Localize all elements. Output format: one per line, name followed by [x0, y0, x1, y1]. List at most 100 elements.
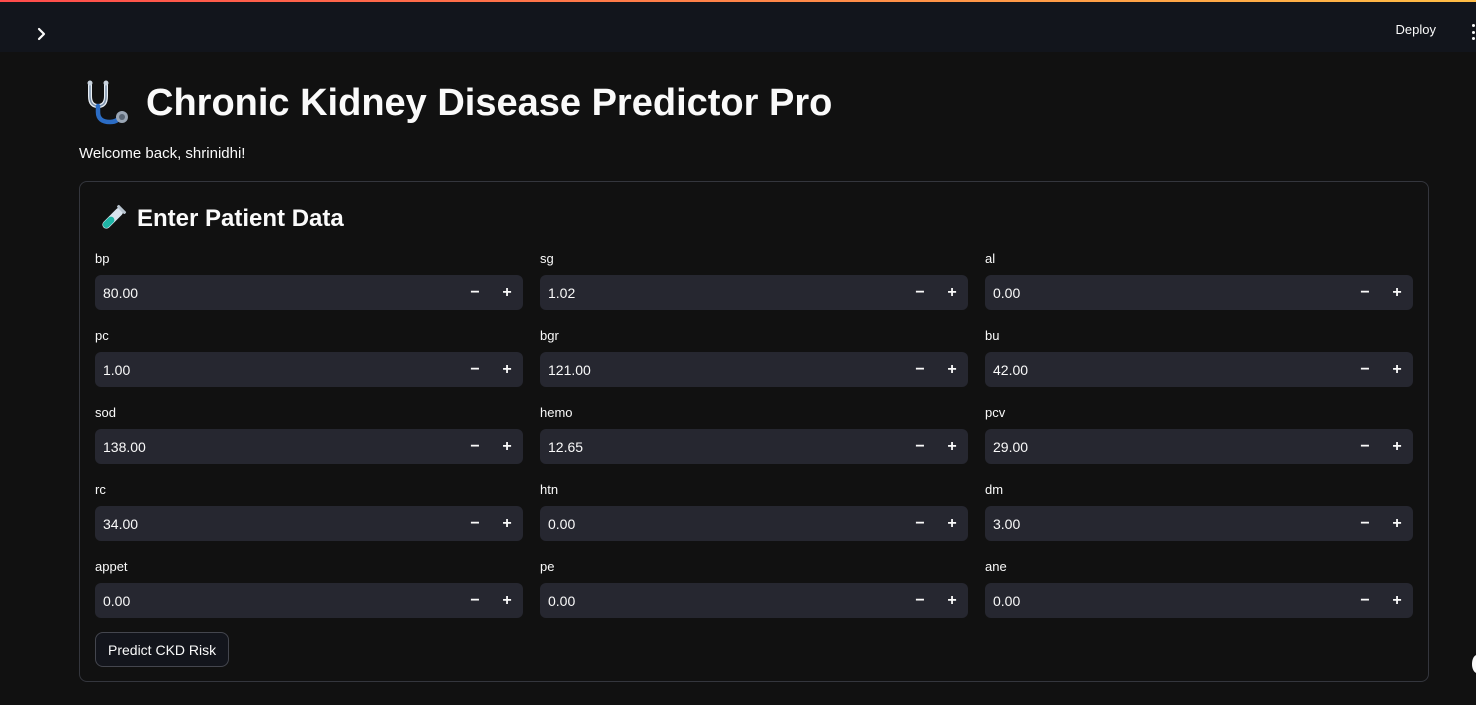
number-input-value[interactable]: 34.00	[95, 516, 459, 532]
field-label: bu	[985, 328, 1000, 343]
number-input-value[interactable]: 1.00	[95, 362, 459, 378]
decrement-button[interactable]: −	[1349, 506, 1381, 541]
increment-button[interactable]: +	[1381, 352, 1413, 387]
number-input-value[interactable]: 80.00	[95, 285, 459, 301]
status-widget[interactable]	[1472, 655, 1476, 673]
form-title: Enter Patient Data	[137, 205, 344, 232]
field-label: appet	[95, 559, 128, 574]
field-rc: rc 34.00 − +	[95, 481, 523, 541]
field-dm: dm 3.00 − +	[985, 481, 1413, 541]
increment-button[interactable]: +	[936, 352, 968, 387]
field-label: pcv	[985, 405, 1006, 420]
field-appet: appet 0.00 − +	[95, 558, 523, 618]
decrement-button[interactable]: −	[459, 429, 491, 464]
field-label: al	[985, 251, 996, 266]
form-header: Enter Patient Data	[97, 204, 344, 234]
decrement-button[interactable]: −	[459, 583, 491, 618]
number-input[interactable]: 121.00 − +	[540, 352, 968, 387]
decrement-button[interactable]: −	[459, 352, 491, 387]
number-input[interactable]: 1.00 − +	[95, 352, 523, 387]
field-bu: bu 42.00 − +	[985, 327, 1413, 387]
number-input-value[interactable]: 0.00	[985, 285, 1349, 301]
predict-ckd-risk-button[interactable]: Predict CKD Risk	[95, 632, 230, 667]
deploy-button[interactable]: Deploy	[1396, 22, 1436, 37]
increment-button[interactable]: +	[1381, 429, 1413, 464]
increment-button[interactable]: +	[491, 275, 523, 310]
number-input[interactable]: 138.00 − +	[95, 429, 523, 464]
decrement-button[interactable]: −	[904, 275, 936, 310]
number-input[interactable]: 0.00 − +	[985, 583, 1413, 618]
main-menu-button[interactable]	[1470, 24, 1476, 40]
field-pe: pe 0.00 − +	[540, 558, 968, 618]
decrement-button[interactable]: −	[1349, 275, 1381, 310]
increment-button[interactable]: +	[1381, 583, 1413, 618]
field-label: pc	[95, 328, 109, 343]
number-input[interactable]: 34.00 − +	[95, 506, 523, 541]
page-title: Chronic Kidney Disease Predictor Pro	[146, 81, 833, 124]
field-label: rc	[95, 482, 106, 497]
field-bp: bp 80.00 − +	[95, 250, 523, 310]
field-sg: sg 1.02 − +	[540, 250, 968, 310]
title-row: Chronic Kidney Disease Predictor Pro	[82, 78, 832, 128]
chevron-right-icon	[37, 27, 46, 41]
number-input-value[interactable]: 0.00	[540, 516, 904, 532]
number-input-value[interactable]: 29.00	[985, 439, 1349, 455]
welcome-message: Welcome back, shrinidhi!	[79, 145, 246, 162]
field-ane: ane 0.00 − +	[985, 558, 1413, 618]
decrement-button[interactable]: −	[904, 352, 936, 387]
field-htn: htn 0.00 − +	[540, 481, 968, 541]
increment-button[interactable]: +	[936, 275, 968, 310]
number-input[interactable]: 29.00 − +	[985, 429, 1413, 464]
patient-data-form: Enter Patient Data bp 80.00 − + sg 1.02 …	[79, 181, 1429, 682]
increment-button[interactable]: +	[491, 506, 523, 541]
increment-button[interactable]: +	[1381, 506, 1413, 541]
decrement-button[interactable]: −	[904, 506, 936, 541]
number-input-value[interactable]: 1.02	[540, 285, 904, 301]
app-page: Deploy Chronic Kidney Disease Predictor …	[0, 0, 1476, 705]
field-label: dm	[985, 482, 1004, 497]
number-input-value[interactable]: 121.00	[540, 362, 904, 378]
increment-button[interactable]: +	[936, 506, 968, 541]
number-input[interactable]: 3.00 − +	[985, 506, 1413, 541]
number-input-value[interactable]: 42.00	[985, 362, 1349, 378]
field-label: hemo	[540, 405, 573, 420]
number-input[interactable]: 1.02 − +	[540, 275, 968, 310]
field-pcv: pcv 29.00 − +	[985, 404, 1413, 464]
stethoscope-icon	[87, 80, 128, 125]
decrement-button[interactable]: −	[459, 275, 491, 310]
number-input[interactable]: 0.00 − +	[540, 583, 968, 618]
decrement-button[interactable]: −	[1349, 583, 1381, 618]
number-input-value[interactable]: 0.00	[540, 593, 904, 609]
increment-button[interactable]: +	[491, 429, 523, 464]
number-input-value[interactable]: 138.00	[95, 439, 459, 455]
field-label: pe	[540, 559, 555, 574]
number-input[interactable]: 0.00 − +	[985, 275, 1413, 310]
number-input-value[interactable]: 3.00	[985, 516, 1349, 532]
number-input-value[interactable]: 0.00	[985, 593, 1349, 609]
field-pc: pc 1.00 − +	[95, 327, 523, 387]
number-input[interactable]: 0.00 − +	[95, 583, 523, 618]
number-input[interactable]: 0.00 − +	[540, 506, 968, 541]
decrement-button[interactable]: −	[459, 506, 491, 541]
decrement-button[interactable]: −	[904, 583, 936, 618]
number-input[interactable]: 42.00 − +	[985, 352, 1413, 387]
number-input-value[interactable]: 12.65	[540, 439, 904, 455]
field-label: sod	[95, 405, 116, 420]
field-bgr: bgr 121.00 − +	[540, 327, 968, 387]
increment-button[interactable]: +	[936, 583, 968, 618]
number-input[interactable]: 80.00 − +	[95, 275, 523, 310]
decrement-button[interactable]: −	[1349, 352, 1381, 387]
number-input-value[interactable]: 0.00	[95, 593, 459, 609]
field-al: al 0.00 − +	[985, 250, 1413, 310]
increment-button[interactable]: +	[491, 352, 523, 387]
decrement-button[interactable]: −	[1349, 429, 1381, 464]
increment-button[interactable]: +	[1381, 275, 1413, 310]
decrement-button[interactable]: −	[904, 429, 936, 464]
more-vertical-icon	[1471, 24, 1475, 27]
sidebar-toggle-button[interactable]	[28, 20, 56, 48]
increment-button[interactable]: +	[491, 583, 523, 618]
field-label: htn	[540, 482, 559, 497]
number-input[interactable]: 12.65 − +	[540, 429, 968, 464]
increment-button[interactable]: +	[936, 429, 968, 464]
test-tube-icon	[102, 204, 127, 229]
